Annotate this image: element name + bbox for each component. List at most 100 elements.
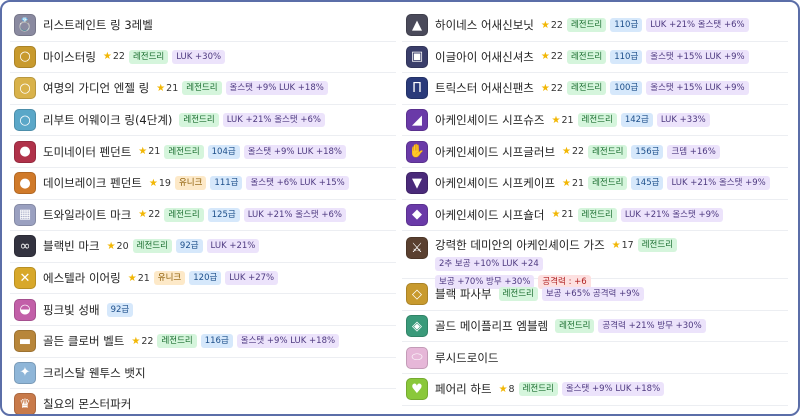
equipment-row[interactable]: ♛ 칠요의 몬스터파커 [10, 389, 396, 414]
equipment-row[interactable]: ✋ 아케인셰이드 시프글러브 ★ 22 레전드리 156급 크뎀 +16% [402, 136, 788, 168]
starforce-value: 22 [550, 82, 563, 94]
starforce-value: 22 [550, 19, 563, 31]
equipment-row[interactable]: Π 트릭스터 어새신팬츠 ★ 22 레전드리 100급 올스탯 +15% LUK +9% [402, 73, 788, 105]
star-icon: ★ [562, 177, 572, 189]
potential-stats: 공격력 +21% 방무 +30% [598, 319, 706, 334]
ring-icon: ○ [14, 77, 36, 100]
potential-tier-badge: 레전드리 [157, 334, 197, 349]
item-name: 하이네스 어새신보닛 [435, 18, 534, 33]
potential-stats: 올스탯 +9% LUK +18% [561, 382, 665, 397]
equipment-row[interactable]: ◒ 핑크빛 성배 92급 [10, 294, 396, 326]
potential-tier-badge: 레전드리 [179, 113, 219, 128]
equipment-info: 골든 클로버 벨트 ★ 22 레전드리 116급 올스탯 +9% LUK +18% [43, 333, 340, 349]
equipment-info: 블랙 파사부 레전드리 보공 +65% 공격력 +9% [435, 286, 644, 302]
equipment-row[interactable]: ▬ 골든 클로버 벨트 ★ 22 레전드리 116급 올스탯 +9% LUK +18% [10, 326, 396, 358]
potential-stats: LUK +21% [206, 239, 260, 254]
equipment-row[interactable]: ⬭ 루시드로이드 [402, 342, 788, 374]
earring-icon: ✕ [14, 267, 36, 290]
item-name: 이글아이 어새신셔츠 [435, 49, 534, 64]
level-badge: 110급 [610, 18, 643, 33]
gloves-icon: ✋ [406, 140, 428, 163]
equipment-row[interactable]: ✦ 크리스탈 웬투스 뱃지 [10, 358, 396, 390]
star-icon: ★ [540, 82, 550, 94]
equipment-info: 트와일라이트 마크 ★ 22 레전드리 125급 LUK +21% 올스탯 +6% [43, 207, 346, 223]
top-icon: ▣ [406, 45, 428, 68]
ring-icon: ○ [14, 45, 36, 68]
shoulder-icon: ◆ [406, 203, 428, 226]
equipment-row[interactable]: ● 도미네이터 펜던트 ★ 21 레전드리 104급 올스탯 +9% LUK +18% [10, 136, 396, 168]
potential-tier-badge: 레전드리 [566, 49, 607, 64]
equipment-row[interactable]: ● 데이브레이크 펜던트 ★ 19 유니크 111급 올스탯 +6% LUK +15% [10, 168, 396, 200]
equipment-info: 칠요의 몬스터파커 [43, 396, 134, 412]
star-icon: ★ [106, 240, 116, 252]
equipment-info: 아케인셰이드 시프숄더 ★ 21 레전드리 LUK +21% 올스탯 +9% [435, 207, 724, 223]
equipment-panel: 💍 리스트레인트 링 3레벨 ○ 마이스터링 ★ 22 레전드리 LUK +30% ○ 여명의 가… [0, 0, 800, 416]
equipment-row[interactable]: ✕ 에스텔라 이어링 ★ 21 유니크 120급 LUK +27% [10, 263, 396, 295]
equipment-info: 데이브레이크 펜던트 ★ 19 유니크 111급 올스탯 +6% LUK +15% [43, 175, 349, 191]
star-icon: ★ [498, 383, 508, 395]
item-name: 루시드로이드 [435, 350, 499, 365]
star-icon: ★ [562, 146, 572, 158]
equipment-row[interactable]: ◈ 골드 메이플리프 엠블렘 레전드리 공격력 +21% 방무 +30% [402, 311, 788, 343]
starforce-value: 8 [508, 383, 515, 395]
starforce-value: 21 [148, 146, 161, 158]
starforce-badge: ★ 21 [551, 115, 573, 126]
starforce-value: 22 [141, 335, 154, 347]
equipment-row[interactable]: ◆ 아케인셰이드 시프숄더 ★ 21 레전드리 LUK +21% 올스탯 +9% [402, 200, 788, 232]
level-badge: 156급 [631, 144, 664, 159]
equipment-row[interactable]: ▲ 하이네스 어새신보닛 ★ 22 레전드리 110급 LUK +21% 올스탯 +6% [402, 10, 788, 42]
equipment-row[interactable]: ○ 리부트 어웨이크 링(4단계) 레전드리 LUK +21% 올스탯 +6% [10, 105, 396, 137]
equipment-row[interactable]: ♥ 페어리 하트 ★ 8 레전드리 올스탯 +9% LUK +18% [402, 374, 788, 406]
potential-stats: 올스탯 +15% LUK +9% [646, 49, 749, 64]
equipment-row[interactable]: ▼ 아케인셰이드 시프케이프 ★ 21 레전드리 145급 LUK +21% 올스탯 +9% [402, 168, 788, 200]
equipment-info: 도미네이터 펜던트 ★ 21 레전드리 104급 올스탯 +9% LUK +18% [43, 144, 346, 160]
item-name: 강력한 데미안의 아케인셰이드 가즈 [435, 238, 605, 253]
equipment-info: 이글아이 어새신셔츠 ★ 22 레전드리 110급 올스탯 +15% LUK +9% [435, 49, 749, 65]
equipment-row[interactable]: ▦ 트와일라이트 마크 ★ 22 레전드리 125급 LUK +21% 올스탯 +6% [10, 200, 396, 232]
potential-tier-badge: 레전드리 [132, 239, 172, 254]
item-name: 여명의 가디언 엔젤 링 [43, 81, 150, 96]
equipment-row[interactable]: ○ 여명의 가디언 엔젤 링 ★ 21 레전드리 올스탯 +9% LUK +18% [10, 73, 396, 105]
equipment-row[interactable]: 💍 리스트레인트 링 3레벨 [10, 10, 396, 42]
level-badge: 142급 [620, 113, 653, 128]
shoes-icon: ◢ [406, 109, 428, 132]
star-icon: ★ [156, 82, 166, 94]
equipment-row[interactable]: ∞ 블랙빈 마크 ★ 20 레전드리 92급 LUK +21% [10, 231, 396, 263]
pocket-icon: ◒ [14, 298, 36, 321]
equipment-info: 리스트레인트 링 3레벨 [43, 17, 156, 33]
potential-stats: LUK +27% [225, 271, 279, 286]
starforce-badge: ★ 8 [499, 384, 515, 395]
star-icon: ★ [102, 51, 112, 63]
starforce-badge: ★ 22 [541, 83, 563, 94]
potential-stats: LUK +21% 올스탯 +9% [667, 176, 770, 191]
star-icon: ★ [148, 177, 158, 189]
potential-tier-badge: 레전드리 [128, 49, 169, 64]
equipment-row[interactable]: ▣ 이글아이 어새신셔츠 ★ 22 레전드리 110급 올스탯 +15% LUK +9% [402, 42, 788, 74]
starforce-value: 17 [621, 239, 634, 251]
potential-tier-badge: 레전드리 [588, 176, 628, 191]
potential-stats: 크뎀 +16% [667, 144, 720, 159]
star-icon: ★ [551, 209, 561, 221]
item-name: 핑크빛 성배 [43, 302, 100, 317]
potential-tier-badge: 유니크 [153, 271, 186, 286]
equipment-row[interactable]: ◢ 아케인셰이드 시프슈즈 ★ 21 레전드리 142급 LUK +33% [402, 105, 788, 137]
pendant-icon: ● [14, 140, 36, 163]
weapon-icon: ⚔ [406, 237, 428, 260]
potential-tier-badge: 레전드리 [555, 319, 595, 334]
equipment-info: 여명의 가디언 엔젤 링 ★ 21 레전드리 올스탯 +9% LUK +18% [43, 80, 328, 96]
item-name: 칠요의 몬스터파커 [43, 397, 132, 412]
level-badge: 120급 [189, 271, 222, 286]
starforce-badge: ★ 20 [107, 241, 129, 252]
equipment-row[interactable]: ○ 마이스터링 ★ 22 레전드리 LUK +30% [10, 42, 396, 74]
starforce-badge: ★ 22 [541, 20, 563, 31]
potential-stats: LUK +33% [656, 113, 710, 128]
level-badge: 92급 [175, 239, 203, 254]
starforce-value: 22 [112, 51, 125, 63]
equipment-info: 핑크빛 성배 92급 [43, 302, 134, 318]
cape-icon: ▼ [406, 172, 428, 195]
potential-tier-badge: 유니크 [174, 176, 207, 191]
potential-tier-badge: 레전드리 [577, 113, 617, 128]
equipment-row[interactable]: ⚔ 강력한 데미안의 아케인셰이드 가즈 ★ 17 레전드리 2추 보공 +10% LUK… [402, 231, 788, 290]
equipment-info: 아케인셰이드 시프케이프 ★ 21 레전드리 145급 LUK +21% 올스탯 +9% [435, 175, 770, 191]
star-icon: ★ [127, 272, 137, 284]
